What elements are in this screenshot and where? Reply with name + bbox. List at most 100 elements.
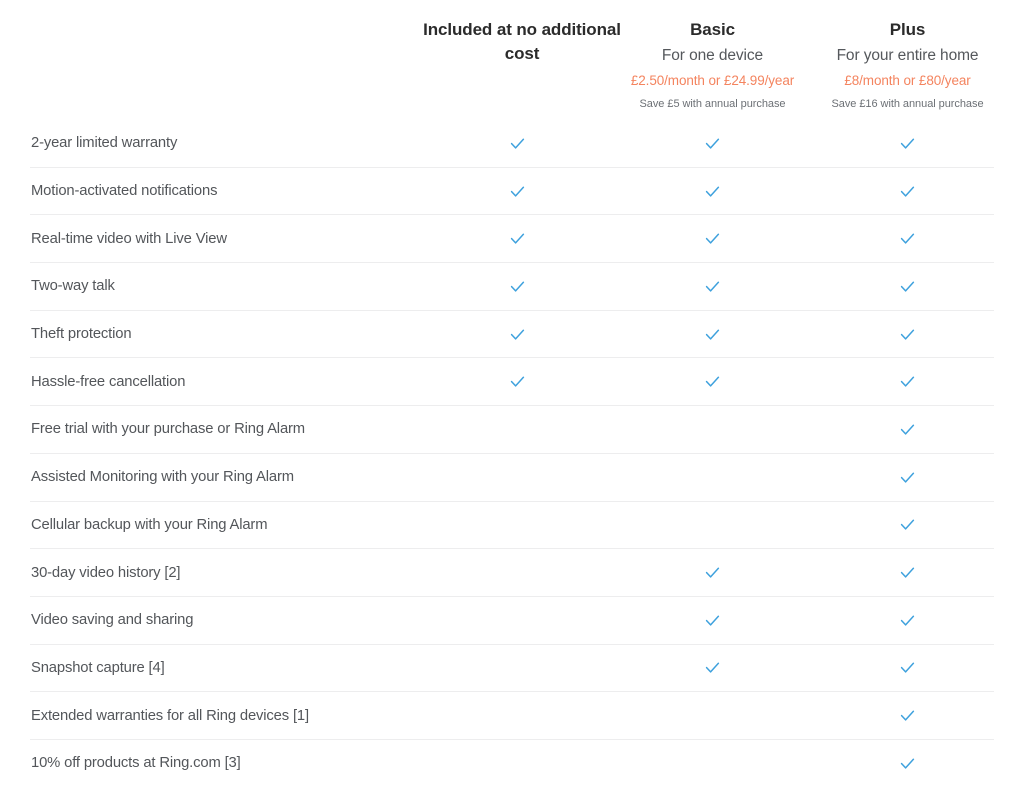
feature-cell-plus <box>810 502 1005 549</box>
check-icon <box>704 612 721 629</box>
feature-cell-empty <box>509 421 526 438</box>
feature-cell-basic <box>615 406 810 453</box>
plan-title-basic: Basic <box>690 20 735 39</box>
table-row: Free trial with your purchase or Ring Al… <box>30 405 994 453</box>
check-icon <box>899 755 916 772</box>
table-row: Assisted Monitoring with your Ring Alarm <box>30 452 994 501</box>
plan-price-basic: £2.50/month or £24.99/year <box>630 73 795 88</box>
table-row: Video saving and sharing <box>30 595 994 644</box>
plan-column-header-plus: Plus For your entire home £8/month or £8… <box>810 18 1005 113</box>
plan-column-header-free: Included at no additional cost <box>420 18 621 69</box>
feature-cell-basic <box>615 597 810 644</box>
feature-cell-basic <box>615 502 810 549</box>
feature-cell-basic <box>615 740 810 787</box>
feature-label: Real-time video with Live View <box>31 230 227 247</box>
feature-label: Motion-activated notifications <box>31 183 218 200</box>
feature-label: Theft protection <box>31 326 132 343</box>
feature-cell-basic <box>615 215 810 262</box>
table-row: Motion-activated notifications <box>30 166 994 215</box>
feature-cell-free <box>420 549 615 596</box>
plan-price-plus: £8/month or £80/year <box>844 73 971 88</box>
check-icon <box>899 135 916 152</box>
feature-cell-plus <box>810 597 1005 644</box>
check-icon <box>899 326 916 343</box>
check-icon <box>704 183 721 200</box>
feature-cell-empty <box>509 612 526 629</box>
feature-cell-empty <box>509 659 526 676</box>
feature-cell-free <box>420 358 615 405</box>
feature-label: 30-day video history [2] <box>31 564 181 581</box>
feature-cell-empty <box>509 469 526 486</box>
feature-cell-basic <box>615 358 810 405</box>
feature-cell-empty <box>704 516 721 533</box>
table-row: Real-time video with Live View <box>30 214 994 262</box>
check-icon <box>704 564 721 581</box>
check-icon <box>899 421 916 438</box>
check-icon <box>899 612 916 629</box>
feature-cell-free <box>420 168 615 215</box>
feature-cell-plus <box>810 740 1005 787</box>
check-icon <box>704 278 721 295</box>
feature-label: Hassle-free cancellation <box>31 373 186 390</box>
check-icon <box>899 373 916 390</box>
plan-save-basic: Save £5 with annual purchase <box>639 98 786 110</box>
feature-cell-empty <box>509 707 526 724</box>
plan-title-free: Included at no additional cost <box>423 20 621 63</box>
check-icon <box>704 373 721 390</box>
feature-cell-basic <box>615 692 810 739</box>
check-icon <box>704 135 721 152</box>
feature-cell-empty <box>704 421 721 438</box>
feature-label: Free trial with your purchase or Ring Al… <box>31 421 305 438</box>
feature-cell-empty <box>509 755 526 772</box>
check-icon <box>509 135 526 152</box>
table-row: Hassle-free cancellation <box>30 357 994 405</box>
check-icon <box>509 326 526 343</box>
feature-cell-free <box>420 120 615 167</box>
feature-cell-basic <box>615 168 810 215</box>
check-icon <box>509 278 526 295</box>
plan-title-plus: Plus <box>889 20 926 39</box>
feature-cell-plus <box>810 692 1005 739</box>
feature-cell-free <box>420 645 615 692</box>
table-row: Theft protection <box>30 309 994 358</box>
feature-cell-plus <box>810 168 1005 215</box>
check-icon <box>899 469 916 486</box>
feature-cell-free <box>420 740 615 787</box>
feature-cell-empty <box>704 469 721 486</box>
feature-cell-plus <box>810 358 1005 405</box>
feature-cell-free <box>420 263 615 310</box>
feature-cell-basic <box>615 549 810 596</box>
check-icon <box>509 230 526 247</box>
table-row: Snapshot capture [4] <box>30 643 994 692</box>
feature-cell-plus <box>810 549 1005 596</box>
plan-subtitle-plus: For your entire home <box>836 47 979 64</box>
feature-label: 2-year limited warranty <box>31 135 178 152</box>
check-icon <box>899 516 916 533</box>
feature-label: Video saving and sharing <box>31 612 194 629</box>
feature-label: Assisted Monitoring with your Ring Alarm <box>31 469 294 486</box>
feature-cell-basic <box>615 645 810 692</box>
feature-cell-free <box>420 454 615 501</box>
table-row: 10% off products at Ring.com [3] <box>30 738 994 787</box>
feature-cell-basic <box>615 120 810 167</box>
plan-comparison-table: Included at no additional cost Basic For… <box>0 0 1024 787</box>
feature-cell-basic <box>615 311 810 358</box>
feature-cell-free <box>420 406 615 453</box>
feature-cell-basic <box>615 263 810 310</box>
feature-cell-empty <box>704 707 721 724</box>
check-icon <box>899 230 916 247</box>
check-icon <box>899 564 916 581</box>
feature-cell-basic <box>615 454 810 501</box>
check-icon <box>899 183 916 200</box>
feature-cell-free <box>420 692 615 739</box>
plan-column-header-basic: Basic For one device £2.50/month or £24.… <box>615 18 810 113</box>
feature-label: Snapshot capture [4] <box>31 659 165 676</box>
table-body: 2-year limited warranty Motion-activated … <box>0 120 1024 787</box>
feature-cell-plus <box>810 454 1005 501</box>
feature-cell-free <box>420 215 615 262</box>
check-icon <box>704 326 721 343</box>
check-icon <box>509 373 526 390</box>
check-icon <box>509 183 526 200</box>
feature-label: Two-way talk <box>31 278 115 295</box>
feature-cell-empty <box>509 516 526 533</box>
